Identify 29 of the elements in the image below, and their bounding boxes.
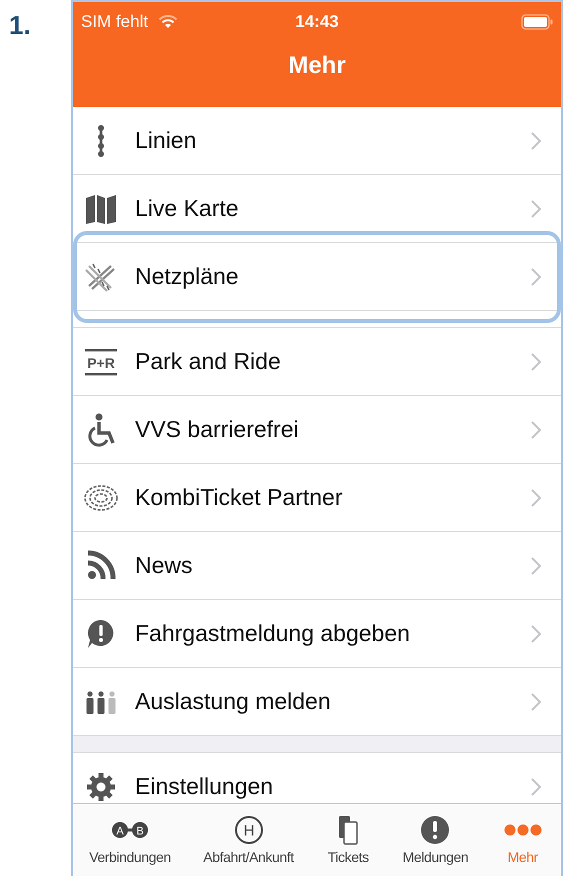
chevron-icon (531, 352, 541, 370)
step-number: 1. (8, 9, 32, 41)
menu-item[interactable]: P+R Park and Ride (73, 328, 561, 396)
chevron-icon (531, 624, 541, 642)
chevron-icon (531, 692, 541, 710)
wifi-icon (158, 15, 178, 29)
tab[interactable]: Meldungen (402, 815, 468, 865)
menu-item[interactable]: Linien (73, 107, 561, 175)
tab[interactable]: A B Verbindungen (89, 815, 171, 865)
tab[interactable]: Tickets (326, 815, 370, 865)
menu-item[interactable]: Fahrgastmeldung abgeben (73, 600, 561, 668)
carrier-name: SIM fehlt (81, 12, 148, 32)
chevron-icon (531, 778, 541, 796)
menu-item[interactable]: KombiTicket Partner (73, 464, 561, 532)
menu-item[interactable]: News (73, 532, 561, 600)
chevron-icon (531, 556, 541, 574)
dotted-line-icon (98, 124, 104, 158)
screen-title: Mehr (287, 52, 347, 80)
clock-time: 14:43 (295, 12, 339, 32)
menu-item[interactable]: VVS barrierefrei (73, 396, 561, 464)
battery-icon (521, 14, 553, 30)
chevron-icon (531, 420, 541, 438)
menu-item[interactable]: Live Karte (73, 175, 561, 243)
chevron-icon (531, 132, 541, 150)
chevron-icon (531, 488, 541, 506)
chevron-icon (531, 268, 541, 286)
tab[interactable]: H Abfahrt/Ankunft (203, 815, 294, 865)
chevron-icon (531, 200, 541, 218)
menu-item[interactable]: Netzpläne (73, 243, 561, 311)
